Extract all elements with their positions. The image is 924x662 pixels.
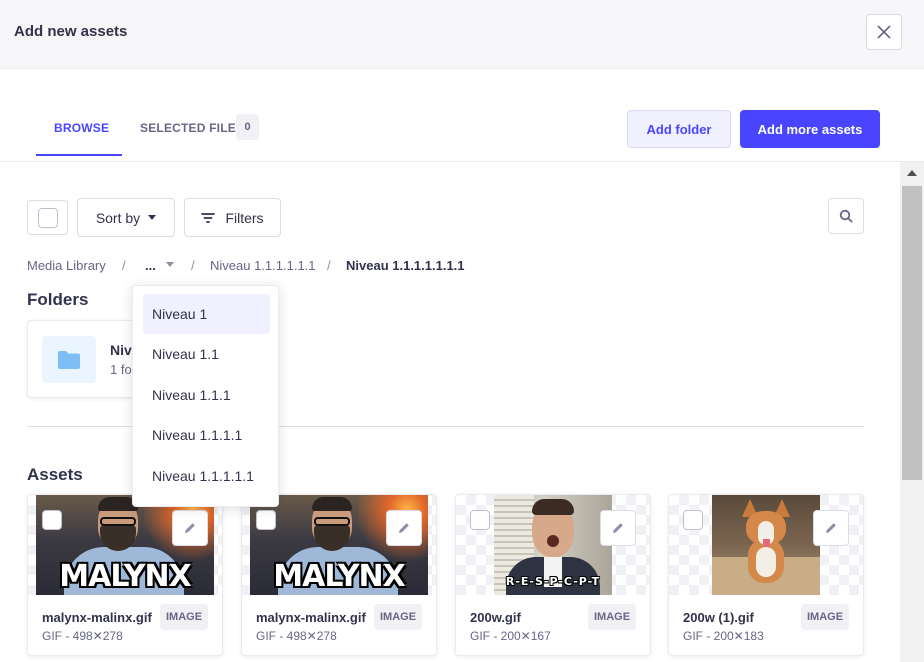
asset-meta: GIF - 498✕278 bbox=[42, 629, 123, 643]
close-icon bbox=[877, 25, 891, 39]
folders-heading: Folders bbox=[27, 290, 89, 309]
asset-checkbox[interactable] bbox=[256, 510, 276, 530]
pencil-icon bbox=[185, 523, 195, 533]
sort-by-button[interactable]: Sort by bbox=[77, 198, 175, 237]
asset-type-badge: Image bbox=[374, 604, 422, 630]
search-icon bbox=[839, 209, 853, 223]
menu-item[interactable]: Niveau 1.1 bbox=[143, 334, 270, 374]
sort-by-label: Sort by bbox=[95, 209, 141, 226]
asset-meta: GIF - 498✕278 bbox=[256, 629, 337, 643]
image-overlay-text: R-E-S-P-C-P-T bbox=[505, 575, 601, 588]
asset-preview-image bbox=[712, 495, 820, 595]
edit-asset-button[interactable] bbox=[386, 510, 422, 546]
add-folder-button[interactable]: Add folder bbox=[627, 110, 731, 148]
assets-heading: Assets bbox=[27, 465, 83, 484]
scrollbar-thumb[interactable] bbox=[902, 186, 922, 480]
asset-card[interactable]: MALYNX malynx-malinx.gif GIF - 498✕278 I… bbox=[241, 494, 437, 656]
image-overlay-text: MALYNX bbox=[59, 559, 191, 594]
tabs-bar: Browse Selected files 0 Add folder Add m… bbox=[0, 69, 924, 162]
edit-asset-button[interactable] bbox=[813, 510, 849, 546]
asset-preview-image: R-E-S-P-C-P-T bbox=[494, 495, 612, 595]
add-more-assets-button[interactable]: Add more assets bbox=[740, 110, 880, 148]
asset-type-badge: Image bbox=[160, 604, 208, 630]
close-button[interactable] bbox=[866, 14, 902, 50]
selected-count-badge: 0 bbox=[236, 114, 259, 140]
breadcrumb-root[interactable]: Media Library bbox=[27, 258, 106, 273]
menu-item[interactable]: Niveau 1 bbox=[143, 294, 270, 334]
folder-thumbnail bbox=[42, 336, 96, 383]
asset-meta: GIF - 200✕183 bbox=[683, 629, 764, 643]
scroll-up-arrow-icon[interactable] bbox=[907, 170, 917, 176]
menu-item[interactable]: Niveau 1.1.1 bbox=[143, 375, 270, 415]
breadcrumb-separator: / bbox=[191, 258, 195, 273]
asset-type-badge: Image bbox=[588, 604, 636, 630]
tab-selected-files[interactable]: Selected files bbox=[140, 121, 244, 135]
edit-asset-button[interactable] bbox=[600, 510, 636, 546]
breadcrumb-parent[interactable]: Niveau 1.1.1.1.1.1 bbox=[210, 258, 316, 273]
checkbox-box bbox=[38, 208, 58, 228]
asset-checkbox[interactable] bbox=[470, 510, 490, 530]
asset-checkbox[interactable] bbox=[683, 510, 703, 530]
edit-asset-button[interactable] bbox=[172, 510, 208, 546]
breadcrumb-ellipsis-button[interactable]: ... bbox=[145, 258, 156, 273]
asset-name: malynx-malinx.gif bbox=[42, 610, 152, 625]
filters-button[interactable]: Filters bbox=[184, 198, 281, 237]
asset-card[interactable]: MALYNX malynx-malinx.gif GIF - 498✕278 I… bbox=[27, 494, 223, 656]
pencil-icon bbox=[826, 523, 836, 533]
caret-down-icon bbox=[166, 262, 174, 267]
pencil-icon bbox=[399, 523, 409, 533]
filters-label: Filters bbox=[225, 209, 264, 226]
modal-title: Add new assets bbox=[14, 23, 128, 40]
pencil-icon bbox=[613, 523, 623, 533]
asset-card[interactable]: 200w (1).gif GIF - 200✕183 Image bbox=[668, 494, 864, 656]
image-overlay-text: MALYNX bbox=[273, 559, 405, 594]
tab-browse[interactable]: Browse bbox=[54, 121, 109, 135]
asset-name: malynx-malinx.gif bbox=[256, 610, 366, 625]
folder-icon bbox=[58, 350, 80, 369]
caret-down-icon bbox=[148, 215, 157, 220]
asset-name: 200w (1).gif bbox=[683, 610, 754, 625]
select-all-checkbox[interactable] bbox=[27, 200, 68, 235]
breadcrumb-separator: / bbox=[327, 258, 331, 273]
modal-header: Add new assets bbox=[0, 0, 924, 69]
asset-type-badge: Image bbox=[801, 604, 849, 630]
folder-name: Niv bbox=[110, 342, 132, 358]
menu-item[interactable]: Niveau 1.1.1.1.1 bbox=[143, 456, 270, 496]
asset-name: 200w.gif bbox=[470, 610, 521, 625]
asset-card[interactable]: R-E-S-P-C-P-T 200w.gif GIF - 200✕167 Ima… bbox=[455, 494, 651, 656]
search-button[interactable] bbox=[828, 198, 864, 234]
asset-meta: GIF - 200✕167 bbox=[470, 629, 551, 643]
asset-checkbox[interactable] bbox=[42, 510, 62, 530]
breadcrumb-current: Niveau 1.1.1.1.1.1.1 bbox=[346, 258, 465, 273]
breadcrumb-dropdown-menu: Niveau 1 Niveau 1.1 Niveau 1.1.1 Niveau … bbox=[132, 285, 279, 507]
folder-meta: 1 fo bbox=[110, 362, 132, 377]
scrollbar[interactable] bbox=[900, 162, 924, 662]
breadcrumb-separator: / bbox=[122, 258, 126, 273]
filter-icon bbox=[201, 212, 216, 223]
active-tab-indicator bbox=[36, 154, 122, 156]
menu-item[interactable]: Niveau 1.1.1.1 bbox=[143, 415, 270, 455]
